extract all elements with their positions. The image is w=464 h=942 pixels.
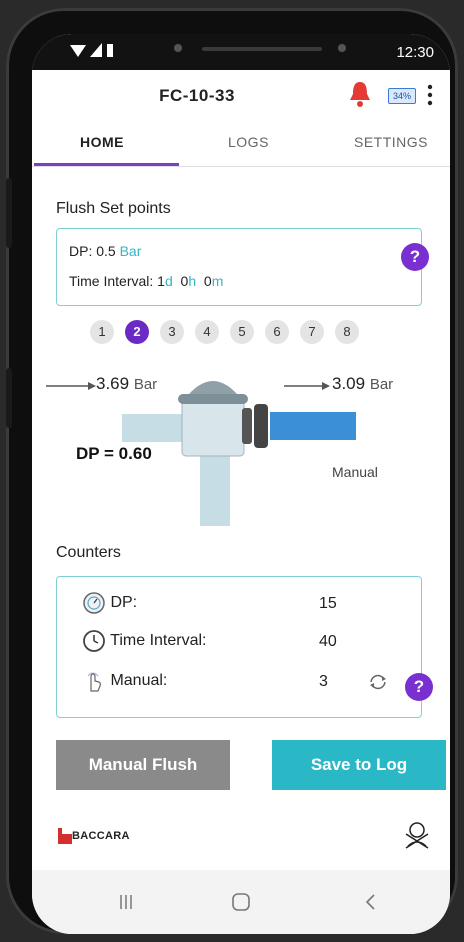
setpoints-help-button[interactable]: ? xyxy=(401,243,429,271)
counters-title: Counters xyxy=(56,544,121,561)
counter-interval-label: Time Interval: xyxy=(110,632,207,650)
volume-button xyxy=(6,178,12,248)
bell-alarm-icon[interactable] xyxy=(348,80,372,108)
battery-indicator: 34% xyxy=(388,88,416,104)
counter-interval-value: 40 xyxy=(319,633,337,650)
flush-setpoints-title: Flush Set points xyxy=(56,200,171,217)
page-1[interactable]: 1 xyxy=(90,320,114,344)
days-unit: d xyxy=(164,273,173,289)
page-8[interactable]: 8 xyxy=(335,320,359,344)
inlet-pressure: 3.69 Bar xyxy=(96,374,157,394)
back-nav-icon[interactable] xyxy=(364,893,376,911)
save-to-log-button[interactable]: Save to Log xyxy=(272,740,446,790)
device-title: FC-10-33 xyxy=(159,86,235,105)
filter-clamp xyxy=(178,394,248,404)
outlet-pressure-unit: Bar xyxy=(369,376,394,393)
app-bar: FC-10-33 34% xyxy=(32,70,450,122)
recent-apps-icon[interactable] xyxy=(118,894,134,910)
counter-dp-value: 15 xyxy=(319,595,337,612)
counters-card: DP: 15 Time Interval: 40 Manual: 3 ? xyxy=(56,576,433,718)
brand-name: BACCARA xyxy=(72,830,130,842)
valve-flange xyxy=(242,408,252,444)
dp-value: 0.5 xyxy=(96,243,116,259)
gauge-icon xyxy=(83,592,105,614)
outlet-arrowhead xyxy=(322,382,330,390)
battery-status-icon xyxy=(107,44,113,57)
counter-manual: Manual: xyxy=(82,669,167,693)
hand-touch-icon xyxy=(87,672,101,692)
power-button xyxy=(6,368,12,428)
tab-home[interactable]: HOME xyxy=(80,134,124,150)
camera-notch xyxy=(162,34,362,64)
baccara-logo-icon xyxy=(58,828,72,844)
page-2[interactable]: 2 xyxy=(125,320,149,344)
signal-icon xyxy=(90,43,102,57)
interval-label: Time Interval: xyxy=(69,273,154,289)
active-tab-indicator xyxy=(34,163,179,166)
status-icons xyxy=(70,43,114,57)
phone-frame: 12:30 FC-10-33 34% HOME LOGS SETTINGS Fl… xyxy=(6,8,458,934)
page-6[interactable]: 6 xyxy=(265,320,289,344)
screen: 12:30 FC-10-33 34% HOME LOGS SETTINGS Fl… xyxy=(32,34,450,934)
interval-days: 1 xyxy=(157,273,165,289)
brand-logo: BACCARA xyxy=(58,828,130,844)
system-nav-bar xyxy=(32,870,450,934)
outlet-pressure: 3.09 Bar xyxy=(332,374,393,394)
tab-logs[interactable]: LOGS xyxy=(228,134,269,150)
inlet-arrowhead xyxy=(88,382,96,390)
reset-counters-icon[interactable] xyxy=(365,671,391,693)
dp-unit: Bar xyxy=(119,243,142,259)
counter-dp-label: DP: xyxy=(110,594,138,612)
clock-icon xyxy=(83,630,105,652)
minutes-unit: m xyxy=(211,273,224,289)
home-nav-icon[interactable] xyxy=(231,892,251,912)
filter-body xyxy=(181,399,245,457)
page-5[interactable]: 5 xyxy=(230,320,254,344)
page-7[interactable]: 7 xyxy=(300,320,324,344)
tab-bar: HOME LOGS SETTINGS xyxy=(32,122,450,167)
interval-minutes: 0 xyxy=(203,273,212,289)
flush-setpoints-card: DP: 0.5 Bar Time Interval: 1d 0h 0m ? xyxy=(56,228,429,306)
counter-manual-label: Manual: xyxy=(110,672,168,690)
tab-settings[interactable]: SETTINGS xyxy=(354,134,428,150)
setpoint-pager: 1 2 3 4 5 6 7 8 xyxy=(90,320,359,344)
inlet-pressure-unit: Bar xyxy=(133,376,158,393)
counter-time-interval: Time Interval: xyxy=(82,629,206,653)
outlet-pipe xyxy=(270,412,356,440)
valve-body xyxy=(254,404,268,448)
hours-unit: h xyxy=(188,273,197,289)
wifi-icon xyxy=(70,45,86,57)
counter-dp: DP: xyxy=(82,591,137,615)
flush-mode: Manual xyxy=(332,464,378,480)
page-3[interactable]: 3 xyxy=(160,320,184,344)
counter-manual-value: 3 xyxy=(319,673,328,690)
dp-setpoint: DP: 0.5 Bar xyxy=(69,243,141,259)
outlet-pressure-value: 3.09 xyxy=(332,374,366,393)
manual-flush-button[interactable]: Manual Flush xyxy=(56,740,230,790)
dp-reading: DP = 0.60 xyxy=(76,444,152,463)
dp-label: DP: xyxy=(69,243,93,259)
time-interval-setpoint: Time Interval: 1d 0h 0m xyxy=(69,273,223,289)
status-bar: 12:30 xyxy=(32,34,450,70)
technician-icon[interactable] xyxy=(400,818,434,852)
more-menu-icon[interactable] xyxy=(426,84,434,106)
clock: 12:30 xyxy=(396,44,434,61)
drain-pipe xyxy=(200,454,230,526)
inlet-pressure-value: 3.69 xyxy=(96,374,130,393)
counters-help-button[interactable]: ? xyxy=(405,673,433,701)
page-4[interactable]: 4 xyxy=(195,320,219,344)
